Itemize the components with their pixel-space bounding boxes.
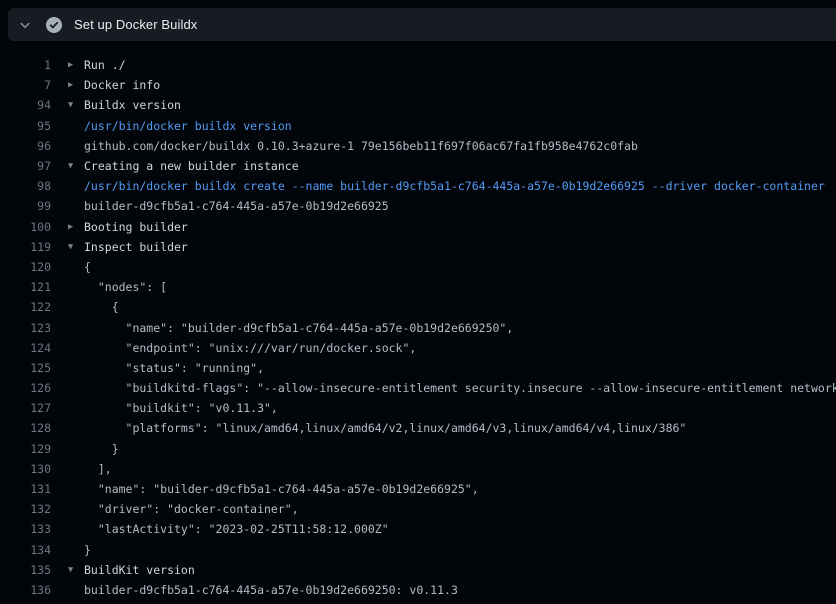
line-number[interactable]: 126 <box>0 381 51 395</box>
log-group-row[interactable]: 97 ▼Creating a new builder instance <box>0 156 836 176</box>
log-line-row: 127 "buildkit": "v0.11.3", <box>0 398 836 418</box>
log-rows: 1▶Run ./7▶Docker info94▼Buildx version95… <box>0 55 836 600</box>
line-number[interactable]: 120 <box>0 260 51 274</box>
log-group-row[interactable]: 1 ▶Run ./ <box>0 55 836 75</box>
log-line-row: 120 { <box>0 257 836 277</box>
line-number[interactable]: 134 <box>0 543 51 557</box>
line-number[interactable]: 135 <box>0 563 51 577</box>
output-text: } <box>84 442 119 456</box>
line-number[interactable]: 97 <box>0 159 51 173</box>
log-line-row: 121 "nodes": [ <box>0 277 836 297</box>
log-line-row: 133 "lastActivity": "2023-02-25T11:58:12… <box>0 519 836 539</box>
group-label: Creating a new builder instance <box>84 159 299 173</box>
group-label: Inspect builder <box>84 240 188 254</box>
group-label: Run ./ <box>84 58 126 72</box>
log-line-row: 136 builder-d9cfb5a1-c764-445a-a57e-0b19d… <box>0 580 836 600</box>
log-line-row: 122 { <box>0 297 836 317</box>
output-text: "name": "builder-d9cfb5a1-c764-445a-a57e… <box>84 482 479 496</box>
log-line-row: 95/usr/bin/docker buildx version <box>0 116 836 136</box>
log-line-row: 124 "endpoint": "unix:///var/run/docker.… <box>0 338 836 358</box>
output-text: "driver": "docker-container", <box>84 502 299 516</box>
group-label: BuildKit version <box>84 563 195 577</box>
log-line-row: 96 github.com/docker/buildx 0.10.3+azure-… <box>0 136 836 156</box>
log-group-row[interactable]: 135 ▼BuildKit version <box>0 560 836 580</box>
line-number[interactable]: 1 <box>0 58 51 72</box>
log-line-row: 99 builder-d9cfb5a1-c764-445a-a57e-0b19d2… <box>0 196 836 216</box>
line-number[interactable]: 133 <box>0 522 51 536</box>
group-label: Docker info <box>84 78 160 92</box>
line-number[interactable]: 7 <box>0 78 51 92</box>
output-text: "nodes": [ <box>84 280 167 294</box>
log-line-row: 130 ], <box>0 459 836 479</box>
log-line-row: 123 "name": "builder-d9cfb5a1-c764-445a-… <box>0 317 836 337</box>
line-number[interactable]: 121 <box>0 280 51 294</box>
chevron-down-icon[interactable] <box>19 19 31 31</box>
line-number[interactable]: 119 <box>0 240 51 254</box>
check-circle-icon <box>46 17 62 33</box>
output-text: { <box>84 300 119 314</box>
output-text: "endpoint": "unix:///var/run/docker.sock… <box>84 341 416 355</box>
output-text: "buildkitd-flags": "--allow-insecure-ent… <box>84 381 836 395</box>
command-text: /usr/bin/docker buildx version <box>84 119 292 133</box>
log-line-row: 128 "platforms": "linux/amd64,linux/amd6… <box>0 418 836 438</box>
output-text: { <box>84 260 91 274</box>
log-group-row[interactable]: 100 ▶Booting builder <box>0 217 836 237</box>
line-number[interactable]: 127 <box>0 401 51 415</box>
log-line-row: 98/usr/bin/docker buildx create --name b… <box>0 176 836 196</box>
chevron-collapsed-icon[interactable]: ▶ <box>68 80 81 90</box>
log-line-row: 132 "driver": "docker-container", <box>0 499 836 519</box>
line-number[interactable]: 136 <box>0 583 51 597</box>
line-number[interactable]: 129 <box>0 442 51 456</box>
log-line-row: 131 "name": "builder-d9cfb5a1-c764-445a-… <box>0 479 836 499</box>
chevron-expanded-icon[interactable]: ▼ <box>68 565 81 575</box>
line-number[interactable]: 128 <box>0 421 51 435</box>
chevron-collapsed-icon[interactable]: ▶ <box>68 222 81 232</box>
step-header[interactable]: Set up Docker Buildx <box>8 8 836 41</box>
chevron-expanded-icon[interactable]: ▼ <box>68 242 81 252</box>
chevron-collapsed-icon[interactable]: ▶ <box>68 60 81 70</box>
log-group-row[interactable]: 94 ▼Buildx version <box>0 95 836 115</box>
output-text: builder-d9cfb5a1-c764-445a-a57e-0b19d2e6… <box>84 199 389 213</box>
output-text: ], <box>84 462 112 476</box>
output-text: } <box>84 543 91 557</box>
output-text: builder-d9cfb5a1-c764-445a-a57e-0b19d2e6… <box>84 583 458 597</box>
log-line-row: 129 } <box>0 439 836 459</box>
output-text: "lastActivity": "2023-02-25T11:58:12.000… <box>84 522 389 536</box>
line-number[interactable]: 94 <box>0 98 51 112</box>
output-text: "status": "running", <box>84 361 264 375</box>
log-line-row: 134} <box>0 540 836 560</box>
group-label: Booting builder <box>84 220 188 234</box>
line-number[interactable]: 96 <box>0 139 51 153</box>
log-line-row: 125 "status": "running", <box>0 358 836 378</box>
output-text: "buildkit": "v0.11.3", <box>84 401 278 415</box>
line-number[interactable]: 99 <box>0 199 51 213</box>
line-number[interactable]: 100 <box>0 220 51 234</box>
log-group-row[interactable]: 119 ▼Inspect builder <box>0 237 836 257</box>
line-number[interactable]: 122 <box>0 300 51 314</box>
line-number[interactable]: 98 <box>0 179 51 193</box>
log-line-row: 126 "buildkitd-flags": "--allow-insecure… <box>0 378 836 398</box>
line-number[interactable]: 123 <box>0 321 51 335</box>
output-text: "platforms": "linux/amd64,linux/amd64/v2… <box>84 421 686 435</box>
line-number[interactable]: 125 <box>0 361 51 375</box>
chevron-expanded-icon[interactable]: ▼ <box>68 161 81 171</box>
log-group-row[interactable]: 7 ▶Docker info <box>0 75 836 95</box>
chevron-expanded-icon[interactable]: ▼ <box>68 100 81 110</box>
log-area: 1▶Run ./7▶Docker info94▼Buildx version95… <box>0 41 836 604</box>
output-text: "name": "builder-d9cfb5a1-c764-445a-a57e… <box>84 321 513 335</box>
line-number[interactable]: 132 <box>0 502 51 516</box>
line-number[interactable]: 124 <box>0 341 51 355</box>
step-title: Set up Docker Buildx <box>74 17 197 32</box>
line-number[interactable]: 131 <box>0 482 51 496</box>
line-number[interactable]: 95 <box>0 119 51 133</box>
command-text: /usr/bin/docker buildx create --name bui… <box>84 179 825 193</box>
group-label: Buildx version <box>84 98 181 112</box>
line-number[interactable]: 130 <box>0 462 51 476</box>
output-text: github.com/docker/buildx 0.10.3+azure-1 … <box>84 139 638 153</box>
